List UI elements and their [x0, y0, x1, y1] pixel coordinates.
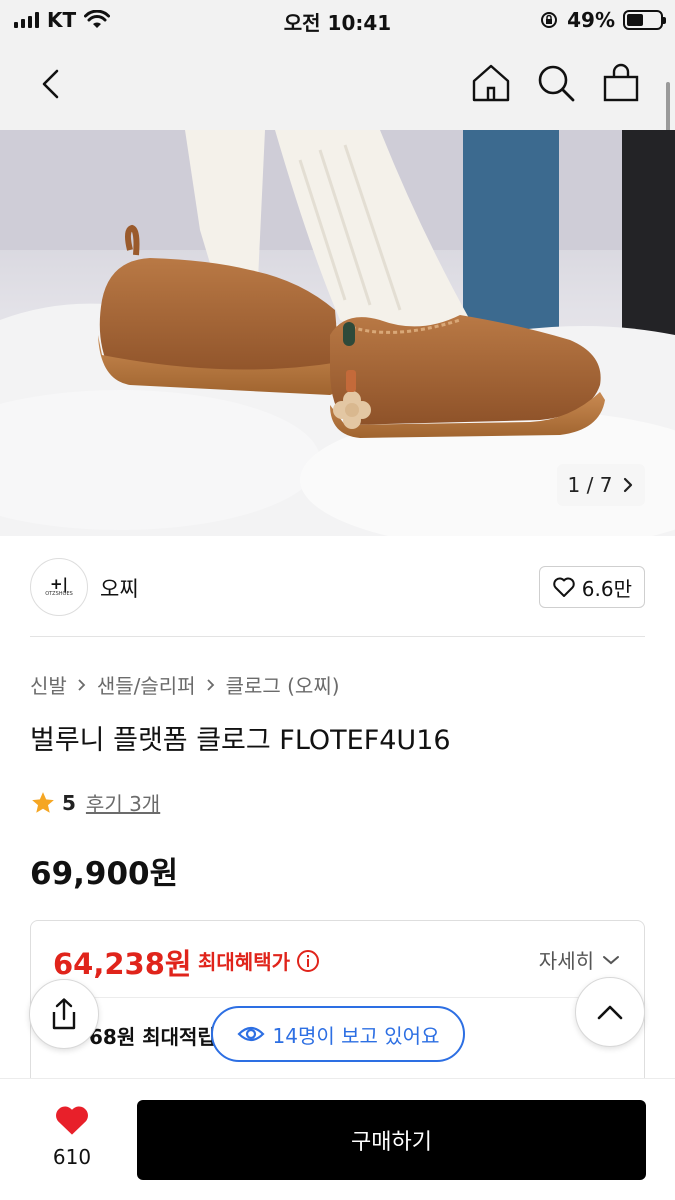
breadcrumb: 신발 샌들/슬리퍼 클로그 (오찌)	[30, 670, 340, 699]
heart-outline-icon	[553, 577, 575, 597]
rating-score: 5	[62, 790, 76, 815]
buy-button[interactable]: 구매하기	[137, 1100, 646, 1180]
search-icon[interactable]	[534, 61, 578, 105]
chevron-right-icon	[78, 678, 86, 691]
chevron-right-icon	[206, 678, 214, 691]
battery-icon	[623, 10, 666, 30]
info-icon[interactable]	[296, 949, 320, 973]
breadcrumb-item[interactable]: 클로그 (오찌)	[226, 670, 340, 699]
heart-filled-icon	[56, 1106, 88, 1135]
share-button[interactable]	[29, 979, 99, 1049]
max-benefit-label[interactable]: 최대혜택가	[198, 946, 320, 975]
status-right: 49%	[539, 8, 666, 32]
brand-logo-mark: +|	[49, 575, 69, 593]
review-link[interactable]: 후기 3개	[86, 788, 160, 817]
brand-name[interactable]: 오찌	[100, 573, 139, 603]
wishlist-button[interactable]: 610	[40, 1103, 104, 1169]
star-icon	[32, 791, 54, 813]
shopping-bag-icon[interactable]	[599, 61, 643, 105]
chevron-down-icon	[603, 955, 619, 964]
viewers-badge: 14명이 보고 있어요	[211, 1006, 465, 1062]
breadcrumb-item[interactable]: 샌들/슬리퍼	[97, 670, 196, 699]
divider	[30, 636, 645, 637]
detail-toggle[interactable]: 자세히	[539, 945, 620, 974]
detail-toggle-label: 자세히	[538, 949, 594, 973]
image-counter[interactable]: 1 / 7	[557, 464, 645, 506]
brand-logo[interactable]: +| OTZSHOES	[30, 558, 88, 616]
max-benefit-text: 최대혜택가	[198, 950, 290, 974]
divider	[53, 997, 623, 998]
breadcrumb-item[interactable]: 신발	[30, 670, 67, 699]
eye-icon	[236, 1026, 265, 1042]
chevron-up-icon	[597, 1005, 623, 1020]
viewers-text: 14명이 보고 있어요	[272, 1023, 440, 1048]
product-price: 69,900원	[30, 856, 179, 892]
orientation-lock-icon	[541, 12, 558, 28]
nav-bar	[0, 40, 675, 130]
brand-like-button[interactable]: 6.6만	[538, 566, 645, 608]
product-image[interactable]: 1 / 7	[0, 130, 675, 536]
wishlist-count: 610	[52, 1145, 92, 1169]
product-title: 벌루니 플랫폼 클로그 FLOTEF4U16	[30, 725, 451, 756]
home-icon[interactable]	[469, 61, 513, 105]
share-icon	[52, 998, 76, 1030]
bottom-bar: 610 구매하기	[0, 1078, 675, 1200]
scroll-top-button[interactable]	[575, 977, 645, 1047]
brand-row: +| OTZSHOES 오찌 6.6만	[30, 558, 645, 616]
image-counter-text: 1 / 7	[567, 473, 613, 497]
battery-percent: 49%	[567, 8, 615, 32]
max-points-text: 68원 최대적립	[89, 1025, 216, 1049]
status-bar: KT 오전 10:41 49%	[0, 0, 675, 40]
rating-row: 5 후기 3개	[30, 788, 160, 817]
brand-like-count: 6.6만	[581, 576, 632, 601]
max-benefit-price: 64,238원	[53, 947, 192, 981]
back-icon[interactable]	[30, 62, 74, 106]
brand-logo-sub: OTZSHOES	[45, 591, 73, 597]
chevron-right-icon	[624, 477, 633, 493]
